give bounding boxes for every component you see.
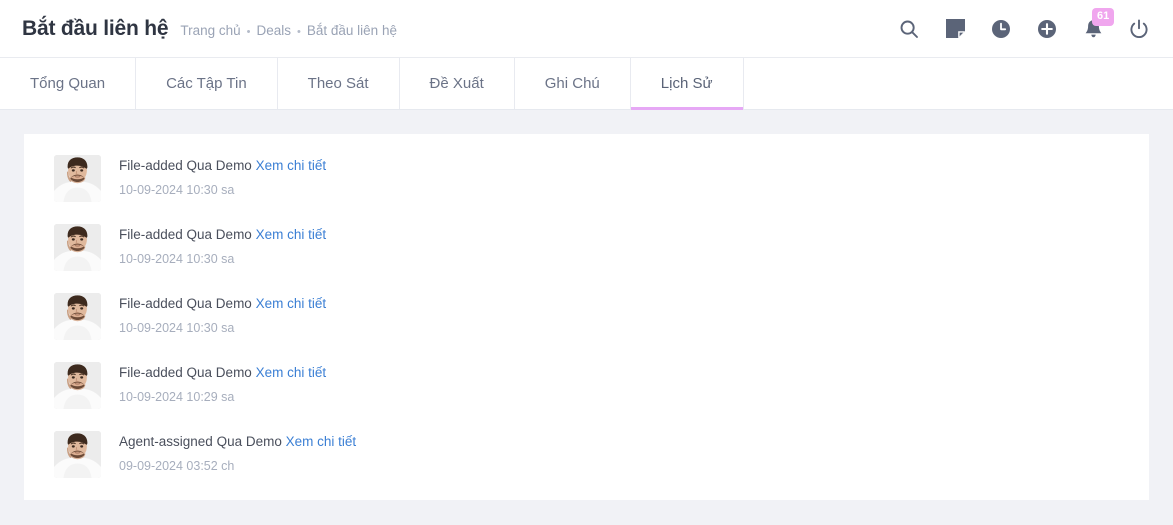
breadcrumb-separator: • bbox=[246, 25, 251, 38]
avatar-photo bbox=[54, 224, 101, 271]
tab-de-xuat[interactable]: Đề Xuất bbox=[399, 58, 515, 109]
activity-row-body: File-added Qua Demo Xem chi tiết 10-09-20… bbox=[119, 224, 326, 267]
search-icon[interactable] bbox=[897, 17, 921, 41]
tab-bar: Tổng Quan Các Tập Tin Theo Sát Đề Xuất G… bbox=[0, 58, 1173, 110]
avatar-photo bbox=[54, 362, 101, 409]
activity-row-body: Agent-assigned Qua Demo Xem chi tiết 09-0… bbox=[119, 431, 356, 474]
tab-lich-su[interactable]: Lịch Sử bbox=[630, 58, 744, 110]
activity-action-label: File-added Qua Demo bbox=[119, 227, 252, 242]
avatar bbox=[54, 362, 101, 409]
activity-text: File-added Qua Demo Xem chi tiết bbox=[119, 296, 326, 312]
activity-row: File-added Qua Demo Xem chi tiết 10-09-20… bbox=[24, 282, 1149, 351]
avatar-photo bbox=[54, 155, 101, 202]
avatar-photo bbox=[54, 293, 101, 340]
activity-row: File-added Qua Demo Xem chi tiết 10-09-20… bbox=[24, 213, 1149, 282]
activity-history-card: File-added Qua Demo Xem chi tiết 10-09-20… bbox=[24, 134, 1149, 500]
tab-label: Tổng Quan bbox=[30, 75, 106, 92]
activity-timestamp: 09-09-2024 03:52 ch bbox=[119, 459, 235, 474]
activity-timestamp: 10-09-2024 10:29 sa bbox=[119, 390, 235, 405]
view-detail-link[interactable]: Xem chi tiết bbox=[256, 296, 327, 311]
activity-timestamp: 10-09-2024 10:30 sa bbox=[119, 321, 235, 336]
content-area: File-added Qua Demo Xem chi tiết 10-09-20… bbox=[0, 110, 1173, 525]
activity-list: File-added Qua Demo Xem chi tiết 10-09-20… bbox=[24, 144, 1149, 489]
breadcrumb-item-home[interactable]: Trang chủ bbox=[180, 23, 240, 38]
avatar-photo bbox=[54, 431, 101, 478]
activity-text: File-added Qua Demo Xem chi tiết bbox=[119, 365, 326, 381]
view-detail-link[interactable]: Xem chi tiết bbox=[286, 434, 357, 449]
title-group: Bắt đầu liên hệ Trang chủ • Deals • Bắt … bbox=[22, 17, 897, 41]
avatar bbox=[54, 155, 101, 202]
bell-icon[interactable]: 61 bbox=[1081, 7, 1115, 41]
avatar bbox=[54, 431, 101, 478]
plus-circle-icon[interactable] bbox=[1035, 17, 1059, 41]
activity-action-label: File-added Qua Demo bbox=[119, 296, 252, 311]
top-header-bar: Bắt đầu liên hệ Trang chủ • Deals • Bắt … bbox=[0, 0, 1173, 58]
activity-action-label: File-added Qua Demo bbox=[119, 365, 252, 380]
tab-theo-sat[interactable]: Theo Sát bbox=[277, 58, 400, 109]
activity-row-body: File-added Qua Demo Xem chi tiết 10-09-20… bbox=[119, 155, 326, 198]
power-icon[interactable] bbox=[1127, 17, 1151, 41]
tab-label: Ghi Chú bbox=[544, 75, 600, 92]
activity-timestamp: 10-09-2024 10:30 sa bbox=[119, 252, 235, 267]
view-detail-link[interactable]: Xem chi tiết bbox=[256, 227, 327, 242]
activity-action-label: Agent-assigned Qua Demo bbox=[119, 434, 282, 449]
activity-text: File-added Qua Demo Xem chi tiết bbox=[119, 227, 326, 243]
view-detail-link[interactable]: Xem chi tiết bbox=[256, 158, 327, 173]
activity-row: File-added Qua Demo Xem chi tiết 10-09-20… bbox=[24, 144, 1149, 213]
tab-label: Theo Sát bbox=[307, 75, 369, 92]
activity-text: File-added Qua Demo Xem chi tiết bbox=[119, 158, 326, 174]
notification-badge: 61 bbox=[1092, 7, 1115, 26]
tab-label: Các Tập Tin bbox=[166, 75, 247, 92]
breadcrumb-item-deals[interactable]: Deals bbox=[257, 23, 292, 38]
activity-row-body: File-added Qua Demo Xem chi tiết 10-09-20… bbox=[119, 362, 326, 405]
activity-row-body: File-added Qua Demo Xem chi tiết 10-09-20… bbox=[119, 293, 326, 336]
tab-label: Lịch Sử bbox=[660, 75, 713, 92]
clock-icon[interactable] bbox=[989, 17, 1013, 41]
page-title: Bắt đầu liên hệ bbox=[22, 16, 169, 40]
view-detail-link[interactable]: Xem chi tiết bbox=[256, 365, 327, 380]
activity-timestamp: 10-09-2024 10:30 sa bbox=[119, 183, 235, 198]
tab-cac-tap-tin[interactable]: Các Tập Tin bbox=[136, 58, 278, 109]
avatar bbox=[54, 293, 101, 340]
tab-ghi-chu[interactable]: Ghi Chú bbox=[514, 58, 631, 109]
tab-label: Đề Xuất bbox=[429, 75, 484, 92]
breadcrumb: Trang chủ • Deals • Bắt đầu liên hệ bbox=[180, 23, 397, 38]
tab-bar-filler bbox=[743, 58, 1173, 109]
activity-action-label: File-added Qua Demo bbox=[119, 158, 252, 173]
breadcrumb-item-current: Bắt đầu liên hệ bbox=[306, 22, 397, 38]
breadcrumb-separator: • bbox=[297, 25, 301, 38]
activity-row: File-added Qua Demo Xem chi tiết 10-09-20… bbox=[24, 351, 1149, 420]
tab-tong-quan[interactable]: Tổng Quan bbox=[0, 58, 137, 109]
header-icon-group: 61 bbox=[897, 7, 1151, 41]
note-icon[interactable] bbox=[943, 17, 967, 41]
activity-text: Agent-assigned Qua Demo Xem chi tiết bbox=[119, 434, 356, 450]
avatar bbox=[54, 224, 101, 271]
activity-row: Agent-assigned Qua Demo Xem chi tiết 09-0… bbox=[24, 420, 1149, 489]
